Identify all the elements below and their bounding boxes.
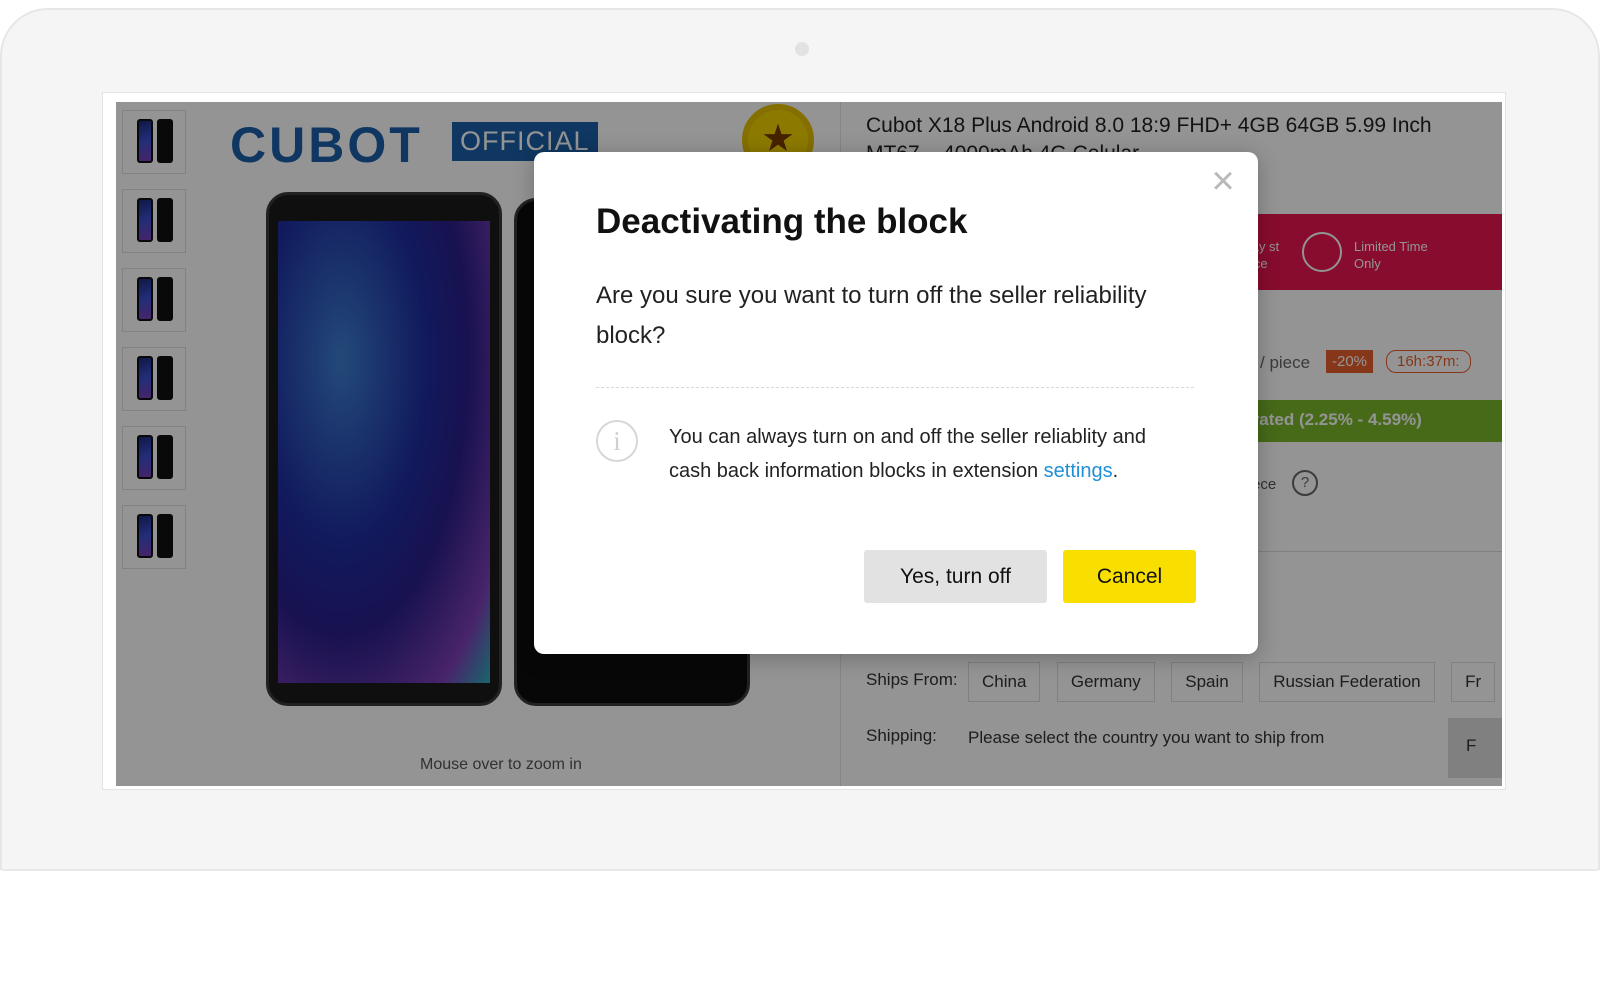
info-text: You can always turn on and off the selle… [669, 420, 1189, 488]
settings-link[interactable]: settings [1044, 460, 1113, 482]
dialog-question: Are you sure you want to turn off the se… [596, 282, 1147, 349]
divider [596, 387, 1194, 388]
confirm-turn-off-button[interactable]: Yes, turn off [864, 550, 1047, 603]
dialog-title: Deactivating the block [596, 202, 968, 241]
info-icon: i [596, 420, 638, 462]
info-text-end: . [1112, 460, 1119, 482]
deactivate-dialog: × Deactivating the block Are you sure yo… [534, 152, 1258, 654]
close-icon[interactable]: × [1206, 161, 1240, 201]
cancel-button[interactable]: Cancel [1063, 550, 1196, 603]
camera-dot [795, 42, 809, 56]
